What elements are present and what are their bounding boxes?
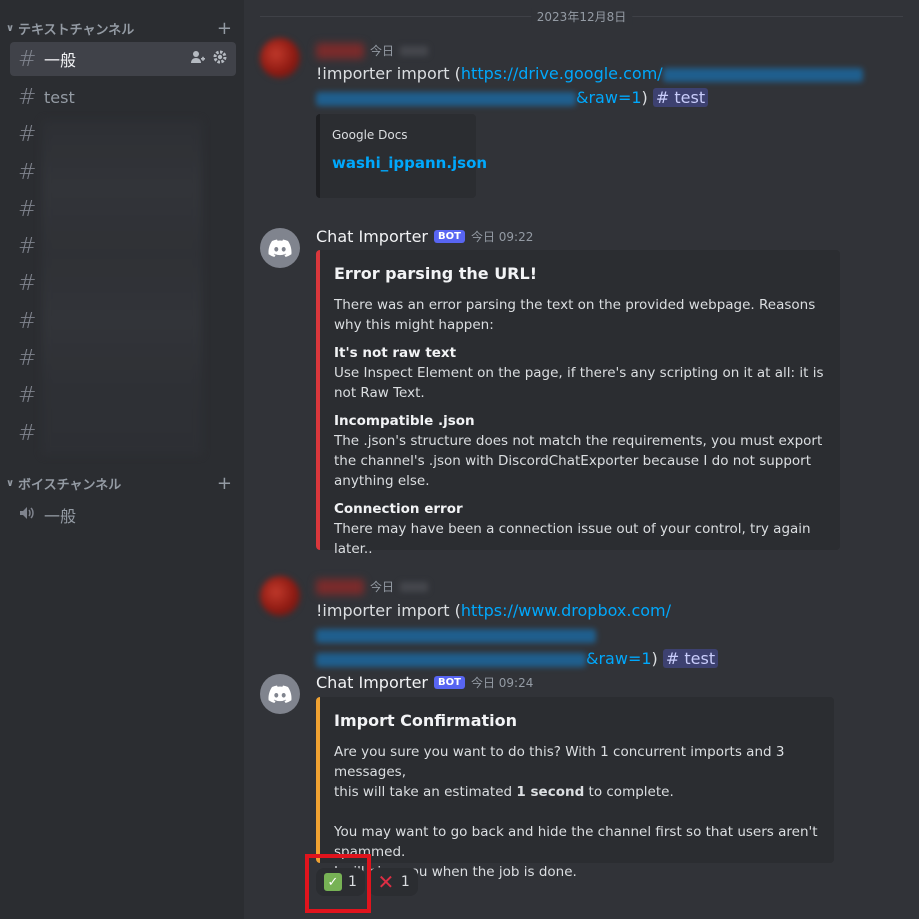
voice-channels-category[interactable]: ∨ ボイスチャンネル + bbox=[6, 473, 232, 494]
avatar[interactable] bbox=[260, 228, 300, 268]
hash-icon: # bbox=[18, 233, 37, 259]
message-content: !importer import (https://www.dropbox.co… bbox=[316, 599, 906, 671]
invite-icon[interactable] bbox=[190, 49, 206, 69]
message-header: Chat Importer BOT 今日 09:22 bbox=[316, 227, 533, 246]
channel-test[interactable]: # test bbox=[10, 80, 236, 114]
link[interactable]: https://drive.google.com/ bbox=[461, 64, 663, 83]
text-channels-category[interactable]: ∨ テキストチャンネル + bbox=[6, 18, 232, 39]
username[interactable]: Chat Importer bbox=[316, 673, 428, 692]
username[interactable] bbox=[316, 42, 364, 59]
embed-field: Incompatible .json The .json's structure… bbox=[334, 411, 824, 491]
annotation-highlight-box bbox=[305, 854, 371, 913]
embed-bold-text: 1 second bbox=[516, 784, 585, 800]
channel-sidebar: ∨ テキストチャンネル + # 一般 # test # # # # # # # … bbox=[0, 0, 244, 919]
embed-line: Are you sure you want to do this? With 1… bbox=[334, 744, 785, 780]
hash-icon: # bbox=[18, 46, 37, 72]
hash-icon: # bbox=[18, 270, 37, 296]
message-header: 今日 bbox=[316, 578, 429, 595]
speaker-icon bbox=[18, 503, 44, 528]
embed-description: There was an error parsing the text on t… bbox=[334, 297, 816, 333]
username[interactable] bbox=[316, 578, 364, 595]
message-pane: 2023年12月8日 今日 !importer import (https://… bbox=[244, 0, 919, 919]
channel-mention[interactable]: # test bbox=[662, 649, 719, 668]
redacted-time bbox=[400, 581, 429, 592]
message-text: ) bbox=[651, 649, 658, 668]
redacted-link bbox=[316, 628, 596, 643]
field-value: The .json's structure does not match the… bbox=[334, 433, 823, 489]
channel-label: 一般 bbox=[44, 507, 77, 526]
avatar[interactable] bbox=[260, 576, 300, 616]
bot-badge: BOT bbox=[434, 230, 465, 243]
discord-logo-icon bbox=[268, 239, 292, 257]
gear-icon[interactable] bbox=[212, 49, 228, 69]
hash-icon: # bbox=[18, 345, 37, 371]
timestamp: 今日 09:22 bbox=[470, 230, 534, 244]
username[interactable]: Chat Importer bbox=[316, 227, 428, 246]
timestamp: 今日 bbox=[370, 44, 395, 58]
message-text: !importer import ( bbox=[316, 64, 461, 83]
embed-line: this will take an estimated 1 second to … bbox=[334, 782, 818, 802]
avatar[interactable] bbox=[260, 674, 300, 714]
message-text: !importer import ( bbox=[316, 601, 461, 620]
hash-icon: # bbox=[18, 84, 37, 110]
embed-text: to complete. bbox=[584, 784, 674, 800]
category-label: ボイスチャンネル bbox=[18, 477, 122, 493]
embed-field: It's not raw text Use Inspect Element on… bbox=[334, 343, 824, 403]
redacted-link bbox=[316, 652, 586, 667]
hash-icon: # bbox=[18, 196, 37, 222]
message-text: ) bbox=[641, 88, 648, 107]
date-label: 2023年12月8日 bbox=[530, 8, 633, 25]
field-value: Use Inspect Element on the page, if ther… bbox=[334, 365, 824, 401]
field-name: Incompatible .json bbox=[334, 413, 475, 429]
redacted-channel-names bbox=[42, 120, 202, 455]
chevron-down-icon: ∨ bbox=[6, 477, 15, 489]
embed-line: You may want to go back and hide the cha… bbox=[334, 824, 818, 860]
embed-title: Error parsing the URL! bbox=[334, 264, 537, 283]
hash-icon: # bbox=[18, 159, 37, 185]
embed-description: Are you sure you want to do this? With 1… bbox=[334, 742, 818, 882]
reaction-cross[interactable]: ✕ 1 bbox=[368, 868, 418, 896]
add-channel-icon[interactable]: + bbox=[217, 473, 232, 494]
channel-label: test bbox=[44, 87, 75, 107]
timestamp: 今日 bbox=[370, 580, 395, 594]
link[interactable]: &raw=1 bbox=[586, 649, 652, 668]
embed-field: Connection error There may have been a c… bbox=[334, 499, 824, 559]
confirmation-embed: Import Confirmation Are you sure you wan… bbox=[316, 697, 834, 880]
embed-text: this will take an estimated bbox=[334, 784, 517, 800]
date-divider: 2023年12月8日 bbox=[260, 8, 903, 25]
hash-icon: # bbox=[18, 420, 37, 446]
timestamp: 今日 09:24 bbox=[470, 676, 534, 690]
redacted-time bbox=[400, 45, 429, 56]
link-embed: Google Docs washi_ippann.json bbox=[316, 114, 487, 198]
hash-icon: # bbox=[18, 308, 37, 334]
link[interactable]: &raw=1 bbox=[576, 88, 642, 107]
cross-mark-icon: ✕ bbox=[377, 870, 395, 894]
message-header: Chat Importer BOT 今日 09:24 bbox=[316, 673, 533, 692]
channel-mention[interactable]: # test bbox=[652, 88, 709, 107]
channel-label: 一般 bbox=[44, 51, 77, 70]
discord-logo-icon bbox=[268, 685, 292, 703]
redacted-link bbox=[662, 67, 863, 82]
hash-icon: # bbox=[18, 382, 37, 408]
channel-general[interactable]: # 一般 bbox=[10, 42, 236, 76]
field-value: There may have been a connection issue o… bbox=[334, 521, 811, 557]
message-header: 今日 bbox=[316, 42, 429, 59]
field-name: It's not raw text bbox=[334, 345, 457, 361]
embed-provider: Google Docs bbox=[332, 128, 408, 142]
field-name: Connection error bbox=[334, 501, 463, 517]
error-embed: Error parsing the URL! There was an erro… bbox=[316, 250, 840, 557]
embed-title-link[interactable]: washi_ippann.json bbox=[332, 154, 487, 172]
embed-title: Import Confirmation bbox=[334, 711, 518, 730]
add-channel-icon[interactable]: + bbox=[217, 18, 232, 39]
chevron-down-icon: ∨ bbox=[6, 22, 15, 34]
link[interactable]: https://www.dropbox.com/ bbox=[461, 601, 671, 620]
category-label: テキストチャンネル bbox=[18, 22, 135, 38]
voice-channel-general[interactable]: 一般 bbox=[10, 498, 236, 532]
reaction-count: 1 bbox=[400, 874, 410, 890]
hash-icon: # bbox=[18, 121, 37, 147]
bot-badge: BOT bbox=[434, 676, 465, 689]
message-content: !importer import (https://drive.google.c… bbox=[316, 62, 906, 110]
redacted-link bbox=[316, 91, 576, 106]
avatar[interactable] bbox=[260, 38, 300, 78]
